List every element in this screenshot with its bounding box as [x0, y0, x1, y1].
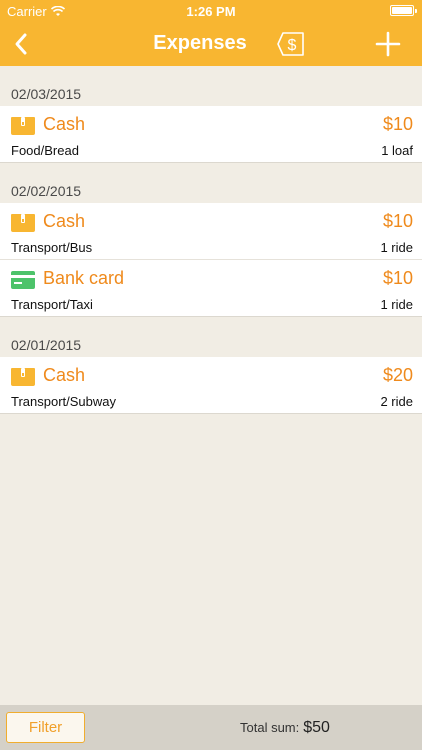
battery-icon: [390, 5, 417, 16]
date-header: 02/01/2015: [11, 337, 82, 353]
expense-quantity: 1 ride: [380, 240, 413, 255]
expense-row[interactable]: Bank card $10 Transport/Taxi 1 ride: [0, 260, 422, 317]
payment-method: Bank card: [43, 268, 125, 288]
wallet-icon: [11, 117, 35, 135]
payment-method: Cash: [43, 211, 86, 231]
expense-row[interactable]: Cash $20 Transport/Subway 2 ride: [0, 357, 422, 414]
expense-category: Transport/Subway: [11, 394, 117, 409]
expense-list: 02/03/2015 Cash $10 Food/Bread 1 loaf 02…: [0, 66, 422, 414]
expense-row[interactable]: Cash $10 Food/Bread 1 loaf: [0, 106, 422, 163]
navigation-bar: Expenses $: [0, 22, 422, 66]
svg-text:$: $: [288, 37, 297, 54]
filter-button[interactable]: Filter: [6, 712, 85, 743]
total-sum-value: $50: [303, 719, 330, 736]
dollar-tag-icon[interactable]: $: [276, 31, 306, 57]
plus-icon[interactable]: [374, 30, 402, 58]
expense-amount: $20: [382, 365, 413, 385]
expense-quantity: 2 ride: [380, 394, 413, 409]
expense-group: Cash $20 Transport/Subway 2 ride: [0, 357, 422, 414]
date-header: 02/02/2015: [11, 183, 82, 199]
expense-amount: $10: [382, 268, 413, 288]
expense-quantity: 1 loaf: [381, 143, 413, 158]
total-sum-label: Total sum:: [240, 720, 300, 735]
wallet-icon: [11, 368, 35, 386]
expense-category: Transport/Taxi: [11, 297, 93, 312]
expense-category: Food/Bread: [11, 143, 79, 158]
date-header: 02/03/2015: [11, 86, 82, 102]
expense-amount: $10: [382, 114, 413, 134]
credit-card-icon: [11, 271, 35, 289]
total-sum: Total sum: $50: [240, 719, 330, 737]
expense-quantity: 1 ride: [380, 297, 413, 312]
page-title: Expenses: [153, 32, 247, 54]
payment-method: Cash: [43, 114, 86, 134]
bottom-toolbar: Filter Total sum: $50: [0, 705, 422, 750]
expense-amount: $10: [382, 211, 413, 231]
expense-category: Transport/Bus: [11, 240, 93, 255]
wallet-icon: [11, 214, 35, 232]
expense-group: Cash $10 Food/Bread 1 loaf: [0, 106, 422, 163]
header-bar: Carrier 1:26 PM Expenses $: [0, 0, 422, 66]
expense-group: Cash $10 Transport/Bus 1 ride Bank card …: [0, 203, 422, 317]
status-bar: Carrier 1:26 PM: [0, 0, 422, 22]
payment-method: Cash: [43, 365, 86, 385]
status-time: 1:26 PM: [186, 4, 236, 19]
expense-row[interactable]: Cash $10 Transport/Bus 1 ride: [0, 203, 422, 260]
